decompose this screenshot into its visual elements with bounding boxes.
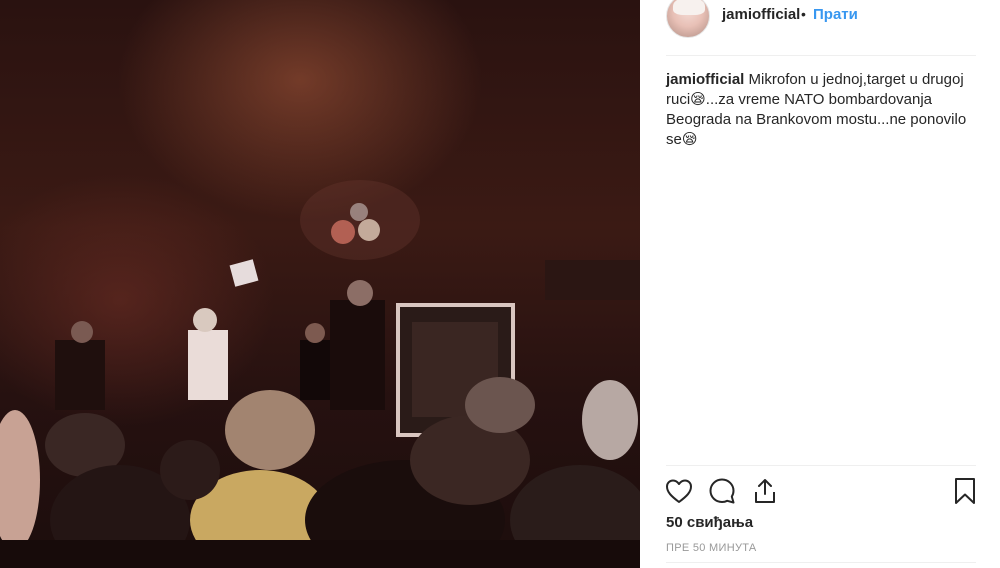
- post-header: jamiofficial • Прати: [640, 0, 1000, 56]
- follow-button[interactable]: Прати: [813, 6, 858, 23]
- bottom-divider: [666, 562, 976, 563]
- avatar[interactable]: [666, 0, 710, 38]
- share-icon[interactable]: [750, 476, 780, 506]
- header-divider: [666, 55, 976, 56]
- actions-divider: [666, 465, 976, 466]
- avatar-hair: [673, 0, 705, 15]
- likes-count[interactable]: 50 свиђања: [666, 514, 753, 531]
- post-photo[interactable]: [0, 0, 640, 568]
- post-timestamp[interactable]: ПРЕ 50 МИНУТА: [666, 542, 757, 554]
- post-caption: jamiofficial Mikrofon u jednoj,target u …: [666, 70, 978, 150]
- post-side-panel: jamiofficial • Прати jamiofficial Mikrof…: [640, 0, 1000, 568]
- separator-dot: •: [801, 6, 806, 22]
- concert-photo-illustration: [0, 180, 640, 568]
- heart-icon[interactable]: [664, 476, 694, 506]
- bookmark-icon[interactable]: [950, 476, 980, 506]
- action-bar: [640, 472, 1000, 512]
- caption-username-link[interactable]: jamiofficial: [666, 71, 744, 88]
- comment-icon[interactable]: [707, 476, 737, 506]
- header-username-link[interactable]: jamiofficial: [722, 6, 800, 23]
